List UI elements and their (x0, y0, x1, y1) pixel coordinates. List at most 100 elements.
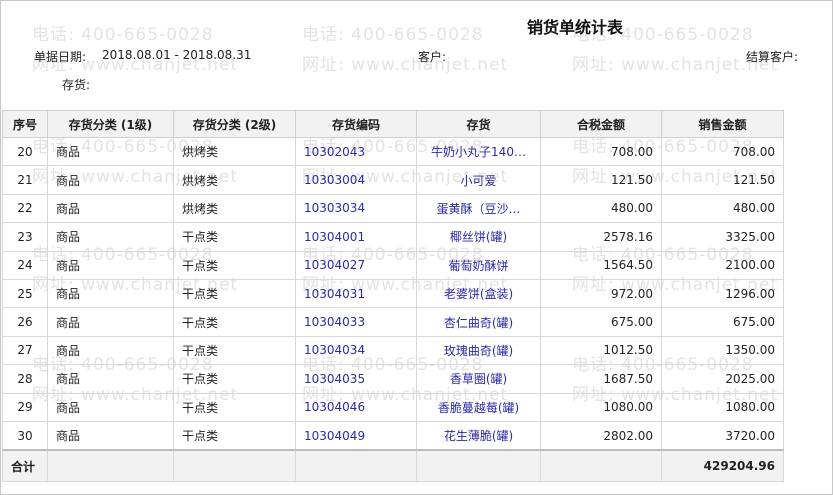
row-cat2: 干点类 (173, 364, 296, 394)
row-cat1: 商品 (47, 194, 174, 224)
row-no: 29 (2, 393, 48, 422)
date-range-value: 2018.08.01 - 2018.08.31 (102, 48, 252, 62)
row-code-link[interactable]: 10303004 (295, 165, 417, 195)
table-row[interactable]: 23 商品 干点类 10304001 椰丝饼(罐) 2578.16 3325.0… (2, 222, 784, 252)
row-item-link[interactable]: 蛋黄酥（豆沙… (416, 194, 541, 224)
row-code-link[interactable]: 10304031 (295, 279, 417, 309)
total-row: 合计 429204.96 (2, 449, 784, 483)
table-row[interactable]: 29 商品 干点类 10304046 香脆蔓越莓(罐) 1080.00 1080… (2, 393, 784, 422)
row-cat1: 商品 (47, 137, 174, 167)
row-code-link[interactable]: 10304049 (295, 421, 417, 451)
col-header-no[interactable]: 序号 (2, 110, 48, 138)
date-range-label: 单据日期: (34, 50, 87, 64)
row-cat1: 商品 (47, 222, 174, 252)
row-tax-amount: 675.00 (540, 307, 662, 337)
row-sales-amount: 121.50 (661, 165, 784, 195)
row-cat1: 商品 (47, 165, 174, 195)
row-item-link[interactable]: 玫瑰曲奇(罐) (416, 336, 541, 366)
table-header: 序号 存货分类 (1级) 存货分类 (2级) 存货编码 存货 合税金额 销售金额 (2, 110, 784, 138)
table-row[interactable]: 28 商品 干点类 10304035 香草圈(罐) 1687.50 2025.0… (2, 364, 784, 394)
table-row[interactable]: 26 商品 干点类 10304033 杏仁曲奇(罐) 675.00 675.00 (2, 307, 784, 337)
row-no: 27 (2, 336, 48, 366)
row-no: 21 (2, 165, 48, 195)
row-no: 20 (2, 137, 48, 167)
row-code-link[interactable]: 10304046 (295, 393, 417, 422)
row-cat1: 商品 (47, 393, 174, 422)
row-cat2: 干点类 (173, 421, 296, 451)
row-sales-amount: 675.00 (661, 307, 784, 337)
sales-table: 序号 存货分类 (1级) 存货分类 (2级) 存货编码 存货 合税金额 销售金额… (2, 110, 784, 483)
row-cat1: 商品 (47, 364, 174, 394)
row-cat2: 干点类 (173, 279, 296, 309)
total-label: 合计 (2, 449, 48, 483)
col-header-tax-amount[interactable]: 合税金额 (540, 110, 662, 138)
row-sales-amount: 1350.00 (661, 336, 784, 366)
row-item-link[interactable]: 花生薄脆(罐) (416, 421, 541, 451)
table-row[interactable]: 25 商品 干点类 10304031 老婆饼(盒装) 972.00 1296.0… (2, 279, 784, 309)
row-no: 23 (2, 222, 48, 252)
row-no: 25 (2, 279, 48, 309)
row-sales-amount: 2100.00 (661, 251, 784, 280)
row-cat1: 商品 (47, 421, 174, 451)
total-sales-amount: 429204.96 (661, 449, 784, 483)
row-cat2: 干点类 (173, 251, 296, 280)
row-item-link[interactable]: 葡萄奶酥饼 (416, 251, 541, 280)
row-tax-amount: 1564.50 (540, 251, 662, 280)
col-header-item[interactable]: 存货 (416, 110, 541, 138)
row-sales-amount: 708.00 (661, 137, 784, 167)
inventory-label: 存货: (62, 78, 91, 92)
row-tax-amount: 121.50 (540, 165, 662, 195)
row-tax-amount: 480.00 (540, 194, 662, 224)
row-cat1: 商品 (47, 336, 174, 366)
col-header-sales-amount[interactable]: 销售金额 (661, 110, 784, 138)
row-cat2: 干点类 (173, 307, 296, 337)
row-item-link[interactable]: 椰丝饼(罐) (416, 222, 541, 252)
row-cat2: 干点类 (173, 393, 296, 422)
row-cat2: 烘烤类 (173, 165, 296, 195)
table-row[interactable]: 27 商品 干点类 10304034 玫瑰曲奇(罐) 1012.50 1350.… (2, 336, 784, 366)
row-item-link[interactable]: 老婆饼(盒装) (416, 279, 541, 309)
table-row[interactable]: 22 商品 烘烤类 10303034 蛋黄酥（豆沙… 480.00 480.00 (2, 194, 784, 224)
col-header-code[interactable]: 存货编码 (295, 110, 417, 138)
row-item-link[interactable]: 杏仁曲奇(罐) (416, 307, 541, 337)
row-item-link[interactable]: 牛奶小丸子140… (416, 137, 541, 167)
row-code-link[interactable]: 10304035 (295, 364, 417, 394)
customer-label: 客户: (418, 50, 447, 64)
row-code-link[interactable]: 10303034 (295, 194, 417, 224)
row-item-link[interactable]: 香草圈(罐) (416, 364, 541, 394)
total-empty-cell (173, 449, 296, 483)
row-code-link[interactable]: 10302043 (295, 137, 417, 167)
row-cat1: 商品 (47, 307, 174, 337)
row-tax-amount: 2578.16 (540, 222, 662, 252)
row-tax-amount: 1012.50 (540, 336, 662, 366)
row-sales-amount: 1080.00 (661, 393, 784, 422)
row-tax-amount: 1080.00 (540, 393, 662, 422)
row-no: 30 (2, 421, 48, 451)
row-tax-amount: 1687.50 (540, 364, 662, 394)
col-header-cat2[interactable]: 存货分类 (2级) (173, 110, 296, 138)
row-sales-amount: 3720.00 (661, 421, 784, 451)
table-row[interactable]: 30 商品 干点类 10304049 花生薄脆(罐) 2802.00 3720.… (2, 421, 784, 451)
row-cat2: 烘烤类 (173, 137, 296, 167)
total-empty-cell (295, 449, 417, 483)
row-tax-amount: 708.00 (540, 137, 662, 167)
row-code-link[interactable]: 10304033 (295, 307, 417, 337)
row-no: 22 (2, 194, 48, 224)
row-sales-amount: 2025.00 (661, 364, 784, 394)
row-cat1: 商品 (47, 279, 174, 309)
row-tax-amount: 2802.00 (540, 421, 662, 451)
row-cat1: 商品 (47, 251, 174, 280)
row-code-link[interactable]: 10304027 (295, 251, 417, 280)
row-code-link[interactable]: 10304034 (295, 336, 417, 366)
total-empty-cell (47, 449, 174, 483)
col-header-cat1[interactable]: 存货分类 (1级) (47, 110, 174, 138)
total-empty-cell (416, 449, 541, 483)
table-row[interactable]: 24 商品 干点类 10304027 葡萄奶酥饼 1564.50 2100.00 (2, 251, 784, 280)
row-code-link[interactable]: 10304001 (295, 222, 417, 252)
row-item-link[interactable]: 香脆蔓越莓(罐) (416, 393, 541, 422)
table-row[interactable]: 20 商品 烘烤类 10302043 牛奶小丸子140… 708.00 708.… (2, 137, 784, 167)
row-item-link[interactable]: 小可爱 (416, 165, 541, 195)
table-row[interactable]: 21 商品 烘烤类 10303004 小可爱 121.50 121.50 (2, 165, 784, 195)
row-no: 28 (2, 364, 48, 394)
row-sales-amount: 3325.00 (661, 222, 784, 252)
